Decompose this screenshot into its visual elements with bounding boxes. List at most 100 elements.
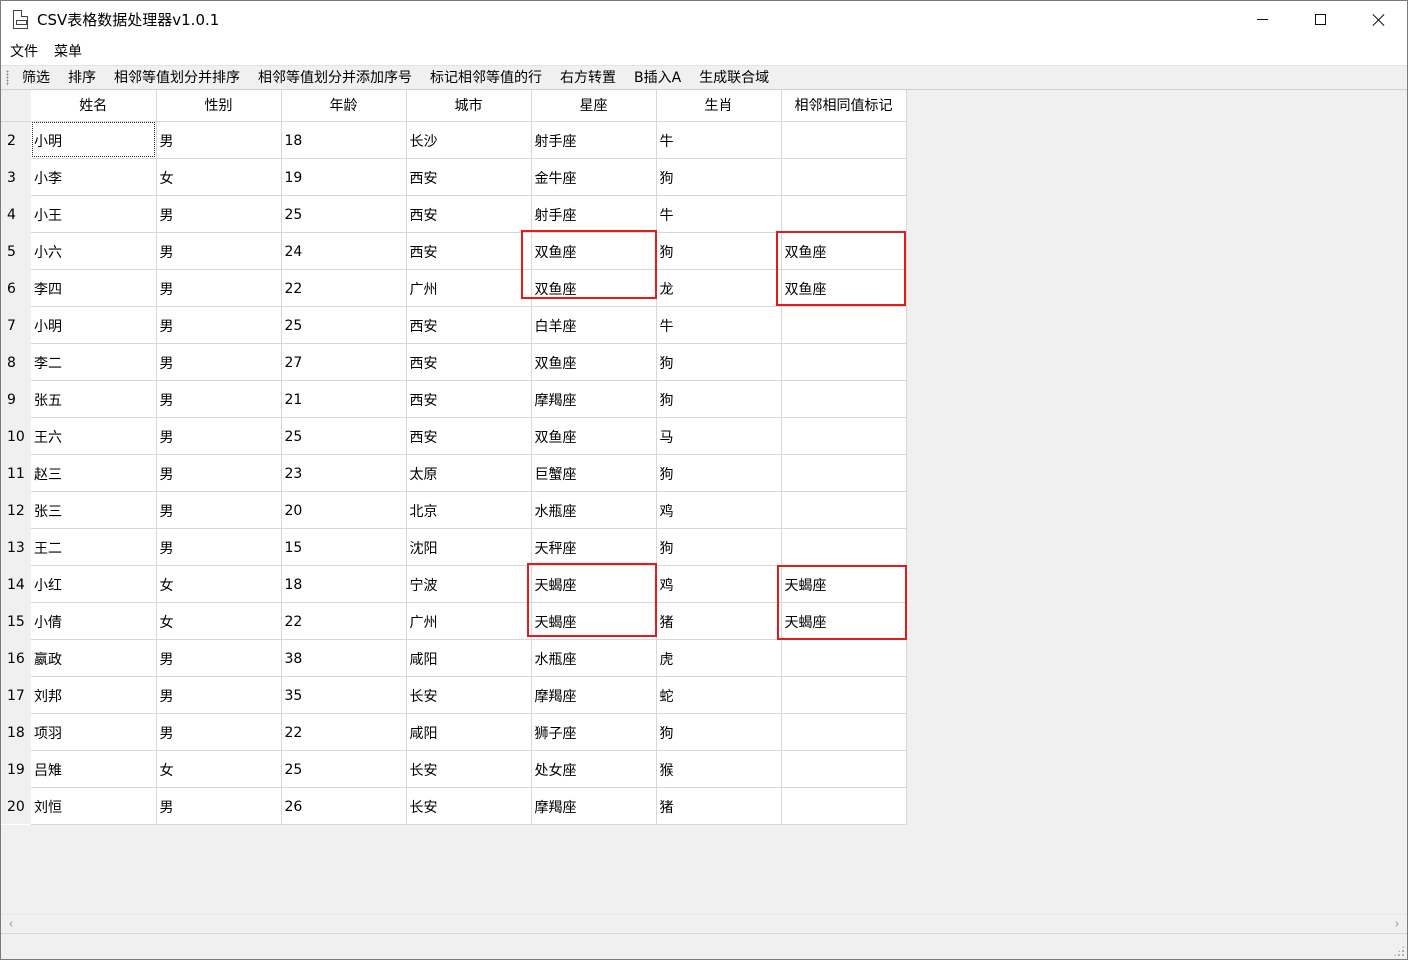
- group-adjacent-sort-button[interactable]: 相邻等值划分并排序: [109, 67, 245, 89]
- table-cell[interactable]: 宁波: [406, 565, 532, 603]
- table-cell[interactable]: 狮子座: [531, 713, 657, 751]
- table-cell[interactable]: 太原: [406, 454, 532, 492]
- table-cell[interactable]: 西安: [406, 343, 532, 381]
- table-cell[interactable]: 狗: [656, 713, 782, 751]
- table-cell[interactable]: 巨蟹座: [531, 454, 657, 492]
- table-cell[interactable]: 25: [281, 417, 407, 455]
- table-cell[interactable]: 19: [281, 158, 407, 196]
- column-header[interactable]: 城市: [406, 90, 532, 122]
- table-cell[interactable]: 双鱼座: [531, 417, 657, 455]
- table-cell[interactable]: 男: [156, 380, 282, 418]
- table-cell[interactable]: [781, 454, 907, 492]
- table-cell[interactable]: 男: [156, 306, 282, 344]
- table-cell[interactable]: 长沙: [406, 121, 532, 159]
- table-cell[interactable]: 长安: [406, 750, 532, 788]
- table-cell[interactable]: 虎: [656, 639, 782, 677]
- column-header[interactable]: 相邻相同值标记: [781, 90, 907, 122]
- row-header[interactable]: 2: [1, 121, 31, 158]
- table-cell[interactable]: 西安: [406, 158, 532, 196]
- table-cell[interactable]: 天秤座: [531, 528, 657, 566]
- transpose-right-button[interactable]: 右方转置: [555, 67, 621, 89]
- table-cell[interactable]: 小明: [31, 306, 157, 344]
- row-header[interactable]: 9: [1, 380, 31, 417]
- data-grid[interactable]: 姓名 性别 年龄 城市 星座 生肖 相邻相同值标记 2 小明男 18 长沙 射手座牛 3 小…: [1, 90, 1407, 914]
- table-cell[interactable]: 狗: [656, 454, 782, 492]
- table-cell[interactable]: 广州: [406, 602, 532, 640]
- table-cell[interactable]: 摩羯座: [531, 380, 657, 418]
- table-cell[interactable]: 嬴政: [31, 639, 157, 677]
- table-cell[interactable]: [781, 750, 907, 788]
- table-cell[interactable]: 男: [156, 787, 282, 825]
- minimize-button[interactable]: [1233, 1, 1291, 37]
- table-cell[interactable]: 18: [281, 121, 407, 159]
- table-cell[interactable]: 狗: [656, 158, 782, 196]
- column-header[interactable]: 星座: [531, 90, 657, 122]
- table-cell[interactable]: 鸡: [656, 565, 782, 603]
- row-header[interactable]: 18: [1, 713, 31, 750]
- row-header[interactable]: 8: [1, 343, 31, 380]
- row-header[interactable]: 16: [1, 639, 31, 676]
- table-cell[interactable]: 18: [281, 565, 407, 603]
- table-cell[interactable]: 刘恒: [31, 787, 157, 825]
- table-cell[interactable]: 摩羯座: [531, 676, 657, 714]
- table-cell[interactable]: 小六: [31, 232, 157, 270]
- table-cell[interactable]: 男: [156, 195, 282, 233]
- table-cell[interactable]: 水瓶座: [531, 639, 657, 677]
- table-cell[interactable]: 张三: [31, 491, 157, 529]
- table-cell[interactable]: 小红: [31, 565, 157, 603]
- table-cell[interactable]: 项羽: [31, 713, 157, 751]
- table-cell[interactable]: 男: [156, 417, 282, 455]
- table-cell[interactable]: 22: [281, 269, 407, 307]
- table-cell[interactable]: [781, 306, 907, 344]
- table-cell[interactable]: 男: [156, 343, 282, 381]
- row-header[interactable]: 11: [1, 454, 31, 491]
- table-cell[interactable]: [781, 417, 907, 455]
- table-cell[interactable]: 长安: [406, 787, 532, 825]
- maximize-button[interactable]: [1291, 1, 1349, 37]
- group-adjacent-number-button[interactable]: 相邻等值划分并添加序号: [253, 67, 417, 89]
- table-cell[interactable]: 北京: [406, 491, 532, 529]
- table-cell[interactable]: 女: [156, 602, 282, 640]
- row-header[interactable]: 5: [1, 232, 31, 269]
- row-header[interactable]: 6: [1, 269, 31, 306]
- table-cell[interactable]: 猪: [656, 602, 782, 640]
- table-cell[interactable]: 西安: [406, 306, 532, 344]
- generate-joint-domain-button[interactable]: 生成联合域: [694, 67, 774, 89]
- table-cell[interactable]: 龙: [656, 269, 782, 307]
- table-cell[interactable]: 咸阳: [406, 713, 532, 751]
- table-cell[interactable]: 王二: [31, 528, 157, 566]
- table-cell[interactable]: 狗: [656, 343, 782, 381]
- table-cell[interactable]: 摩羯座: [531, 787, 657, 825]
- table-cell[interactable]: 马: [656, 417, 782, 455]
- table-cell[interactable]: 25: [281, 306, 407, 344]
- column-header[interactable]: 年龄: [281, 90, 407, 122]
- table-cell[interactable]: 38: [281, 639, 407, 677]
- table-cell[interactable]: 水瓶座: [531, 491, 657, 529]
- row-header[interactable]: 15: [1, 602, 31, 639]
- scroll-right-icon[interactable]: ›: [1389, 917, 1405, 932]
- table-cell[interactable]: [781, 676, 907, 714]
- table-cell[interactable]: 26: [281, 787, 407, 825]
- table-cell[interactable]: [781, 195, 907, 233]
- table-cell[interactable]: [781, 787, 907, 825]
- column-header[interactable]: 姓名: [31, 90, 157, 122]
- table-cell[interactable]: 金牛座: [531, 158, 657, 196]
- row-header[interactable]: 20: [1, 787, 31, 824]
- table-cell[interactable]: 广州: [406, 269, 532, 307]
- table-cell[interactable]: 西安: [406, 417, 532, 455]
- table-cell[interactable]: 21: [281, 380, 407, 418]
- column-header[interactable]: 性别: [156, 90, 282, 122]
- table-cell[interactable]: 王六: [31, 417, 157, 455]
- table-cell[interactable]: 牛: [656, 121, 782, 159]
- table-cell[interactable]: 双鱼座: [531, 269, 657, 307]
- table-cell[interactable]: 15: [281, 528, 407, 566]
- table-cell[interactable]: 女: [156, 565, 282, 603]
- table-cell[interactable]: 天蝎座: [531, 565, 657, 603]
- table-cell[interactable]: 李四: [31, 269, 157, 307]
- table-cell[interactable]: 35: [281, 676, 407, 714]
- table-cell[interactable]: 射手座: [531, 195, 657, 233]
- table-cell[interactable]: 射手座: [531, 121, 657, 159]
- insert-b-into-a-button[interactable]: B插入A: [629, 67, 686, 89]
- table-cell[interactable]: 牛: [656, 195, 782, 233]
- table-cell[interactable]: 24: [281, 232, 407, 270]
